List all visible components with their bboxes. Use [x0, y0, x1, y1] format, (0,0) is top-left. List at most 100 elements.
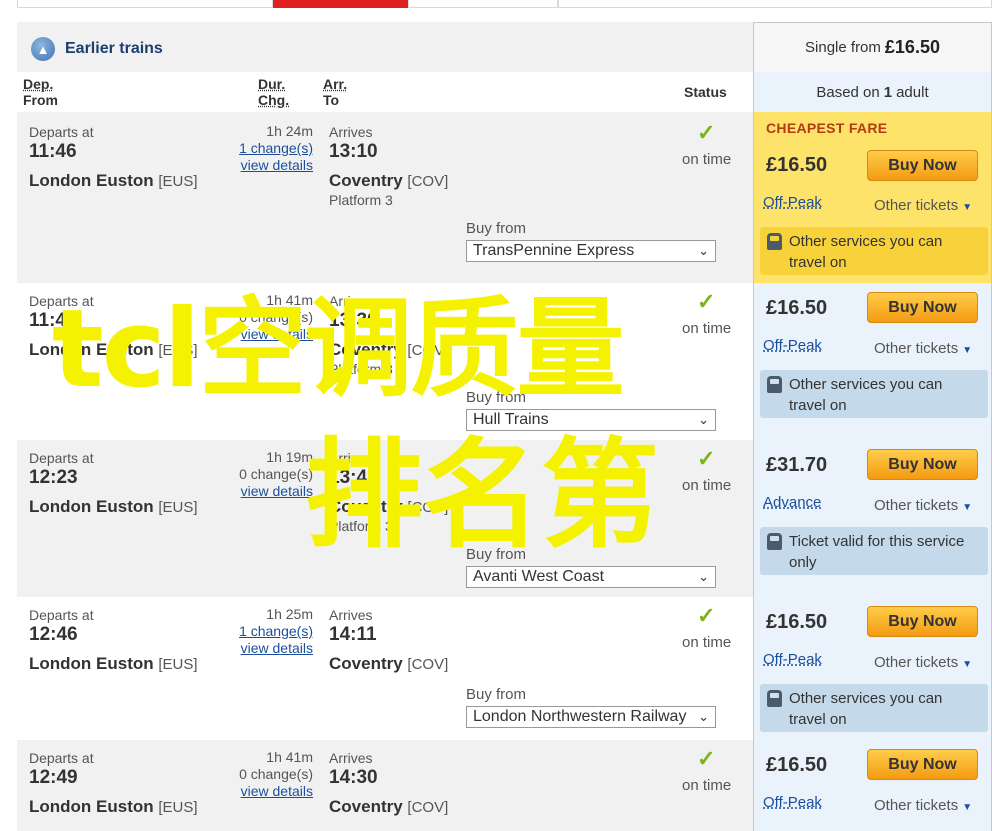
destination-name: Coventry [329, 340, 403, 359]
journey-row[interactable]: Departs at 12:49 London Euston [EUS] 1h … [17, 740, 753, 831]
departs-at-label: Departs at [29, 750, 94, 766]
journey-row[interactable]: Departs at 11:46 London Euston [EUS] 1h … [17, 112, 753, 283]
other-tickets-label: Other tickets [874, 197, 959, 214]
chevron-down-icon: ⌄ [698, 243, 709, 258]
buy-now-button[interactable]: Buy Now [867, 150, 978, 181]
service-note-text: Other services you can travel on [789, 233, 943, 271]
duration: 1h 41m [266, 292, 313, 308]
operator-select[interactable]: Avanti West Coast ⌄ [466, 566, 716, 588]
view-details-link[interactable]: view details [233, 640, 313, 657]
duration-changes: 1h 24m 1 change(s) view details [233, 123, 313, 174]
tab-active[interactable] [273, 0, 408, 8]
destination-station: Coventry [COV] [329, 171, 448, 191]
header-arr-to[interactable]: Arr. To [323, 76, 347, 108]
buy-from-label: Buy from [466, 686, 527, 703]
departs-at-label: Departs at [29, 450, 94, 466]
operator-value: Avanti West Coast [473, 568, 605, 585]
fare-type-link[interactable]: Off-Peak [763, 194, 822, 211]
destination-name: Coventry [329, 497, 403, 516]
duration-changes: 1h 19m 0 change(s) view details [233, 449, 313, 500]
origin-name: London Euston [29, 171, 154, 190]
arrives-label: Arrives [329, 293, 373, 309]
earlier-trains-button[interactable]: ▲ Earlier trains [31, 37, 163, 61]
buy-from-label: Buy from [466, 389, 527, 406]
view-details-link[interactable]: view details [233, 783, 313, 800]
tab-right[interactable] [558, 0, 992, 8]
chevron-down-icon: ▼ [962, 659, 973, 670]
destination-code: [COV] [407, 499, 449, 516]
fare-panel: £16.50 Buy Now Off-Peak Other tickets ▼ O… [753, 283, 992, 440]
status-text: on time [682, 151, 732, 168]
buy-now-button[interactable]: Buy Now [867, 606, 978, 637]
other-tickets-toggle[interactable]: Other tickets ▼ [874, 497, 972, 514]
fare-type-link[interactable]: Off-Peak [763, 794, 822, 811]
header-dep-from[interactable]: Dep. From [23, 76, 58, 108]
changes-text: 0 change(s) [239, 766, 313, 782]
fare-price: £31.70 [766, 454, 828, 476]
fare-type-link[interactable]: Off-Peak [763, 337, 822, 354]
destination-code: [COV] [407, 799, 449, 816]
journey-row[interactable]: Departs at 12:46 London Euston [EUS] 1h … [17, 597, 753, 740]
header-chg: Chg. [258, 92, 290, 108]
duration: 1h 24m [266, 123, 313, 139]
tab-left[interactable] [17, 0, 273, 8]
header-from: From [23, 92, 58, 108]
fare-panel: CHEAPEST FARE £16.50 Buy Now Off-Peak Ot… [753, 112, 992, 283]
changes-link[interactable]: 1 change(s) [233, 623, 313, 640]
duration: 1h 41m [266, 749, 313, 765]
changes-link[interactable]: 1 change(s) [233, 140, 313, 157]
changes-text: 0 change(s) [239, 466, 313, 482]
buy-now-button[interactable]: Buy Now [867, 449, 978, 480]
duration-changes: 1h 41m 0 change(s) view details [233, 749, 313, 800]
check-icon: ✓ [697, 746, 716, 771]
platform: Platform 3 [329, 361, 393, 377]
departure-time: 12:23 [29, 467, 78, 488]
origin-station: London Euston [EUS] [29, 654, 198, 674]
fare-type-link[interactable]: Off-Peak [763, 651, 822, 668]
view-details-link[interactable]: view details [233, 483, 313, 500]
other-tickets-toggle[interactable]: Other tickets ▼ [874, 340, 972, 357]
operator-select[interactable]: London Northwestern Railway ⌄ [466, 706, 716, 728]
header-arr: Arr. [323, 76, 348, 92]
view-details-link[interactable]: view details [233, 326, 313, 343]
view-details-link[interactable]: view details [233, 157, 313, 174]
journey-row[interactable]: Departs at 11:49 London Euston [EUS] 1h … [17, 283, 753, 440]
other-tickets-toggle[interactable]: Other tickets ▼ [874, 654, 972, 671]
earlier-trains-label: Earlier trains [65, 40, 163, 57]
origin-code: [EUS] [158, 173, 198, 190]
check-icon: ✓ [697, 289, 716, 314]
other-tickets-toggle[interactable]: Other tickets ▼ [874, 197, 972, 214]
based-on-count: 1 [883, 83, 893, 101]
arrives-label: Arrives [329, 607, 373, 623]
fare-type-link[interactable]: Advance [763, 494, 821, 511]
status-text: on time [682, 777, 732, 794]
status-text: on time [682, 634, 732, 651]
buy-now-button[interactable]: Buy Now [867, 292, 978, 323]
platform: Platform 3 [329, 518, 393, 534]
fare-panel: £31.70 Buy Now Advance Other tickets ▼ Ti… [753, 440, 992, 597]
departs-at-label: Departs at [29, 124, 94, 140]
tab-middle[interactable] [408, 0, 558, 8]
chevron-down-icon: ⌄ [698, 569, 709, 584]
operator-value: TransPennine Express [473, 242, 635, 259]
header-dur-chg[interactable]: Dur. Chg. [258, 76, 289, 108]
service-note: Other services you can travel on [760, 684, 988, 732]
arrival-time: 14:30 [329, 767, 378, 788]
operator-select[interactable]: Hull Trains ⌄ [466, 409, 716, 431]
fare-price: £16.50 [766, 754, 828, 776]
chevron-down-icon: ▼ [962, 802, 973, 813]
operator-select[interactable]: TransPennine Express ⌄ [466, 240, 716, 262]
service-note-text: Other services you can travel on [789, 376, 943, 414]
chevron-down-icon: ▼ [962, 502, 973, 513]
arrival-time: 13:42 [329, 467, 378, 488]
origin-name: London Euston [29, 497, 154, 516]
arrival-time: 14:11 [329, 624, 377, 645]
other-tickets-toggle[interactable]: Other tickets ▼ [874, 797, 972, 814]
journey-row[interactable]: Departs at 12:23 London Euston [EUS] 1h … [17, 440, 753, 597]
destination-station: Coventry [COV] [329, 654, 448, 674]
destination-code: [COV] [407, 342, 449, 359]
single-from-price: £16.50 [884, 37, 940, 57]
other-tickets-label: Other tickets [874, 797, 959, 814]
departs-at-label: Departs at [29, 293, 94, 309]
buy-now-button[interactable]: Buy Now [867, 749, 978, 780]
